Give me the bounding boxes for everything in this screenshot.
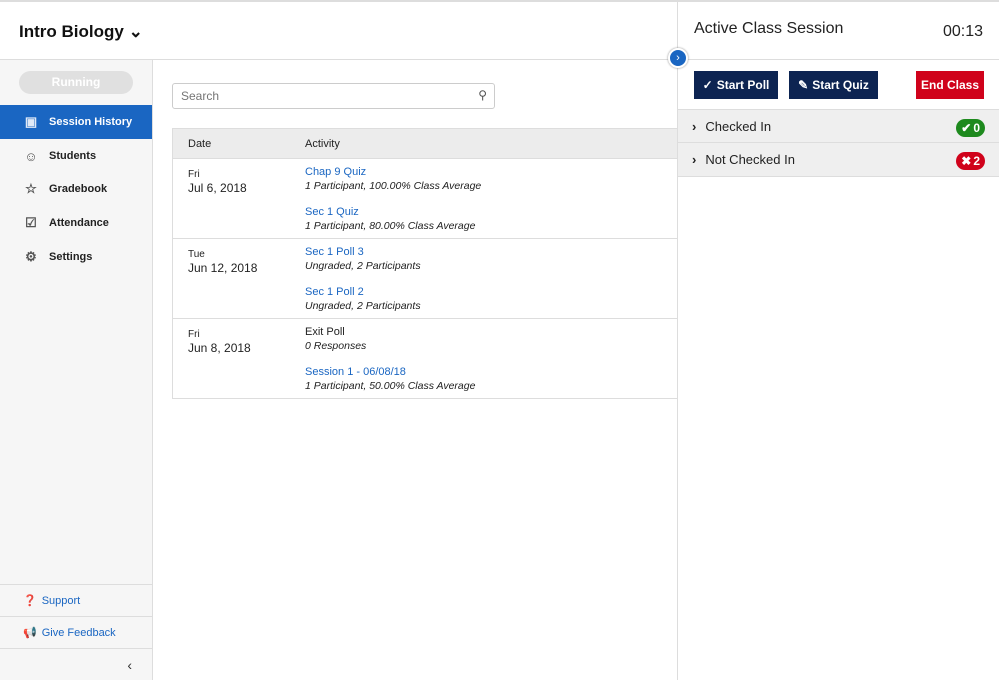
column-header-date: Date (188, 138, 212, 150)
activity-link[interactable]: Sec 1 Poll 2 (305, 286, 421, 298)
sidebar-item-label: Students (49, 150, 97, 162)
not-checked-in-group[interactable]: › Not Checked In ✖ 2 (678, 143, 999, 177)
edit-icon: ✎ (798, 78, 809, 92)
count: 0 (973, 121, 980, 135)
chevron-right-icon: › (692, 152, 697, 167)
sidebar-item-students[interactable]: ☺ Students (0, 139, 152, 173)
support-link[interactable]: ❓ Support (0, 584, 152, 616)
collapse-panel-button[interactable]: › (668, 48, 688, 68)
activity-item: Chap 9 Quiz 1 Participant, 100.00% Class … (305, 166, 481, 192)
activity-detail: 1 Participant, 50.00% Class Average (305, 380, 476, 392)
chevron-down-icon: ⌄ (128, 22, 143, 41)
activity-item: Session 1 - 06/08/18 1 Participant, 50.00… (305, 366, 475, 392)
count: 2 (973, 154, 980, 168)
sidebar-item-gradebook[interactable]: ☆ Gradebook (0, 172, 152, 206)
activity-detail: 1 Participant, 80.00% Class Average (305, 220, 476, 232)
calendar-check-icon: ☑ (25, 215, 37, 230)
active-session-panel: Active Class Session 00:13 ✓ Start Poll ✎… (677, 0, 999, 680)
activity-item: Exit Poll 0 Responses (305, 326, 366, 352)
start-quiz-button[interactable]: ✎ Start Quiz (789, 71, 878, 99)
row-day: Fri (188, 169, 200, 180)
check-circle-icon: ✓ (702, 78, 713, 92)
activity-link[interactable]: Sec 1 Poll 3 (305, 246, 421, 258)
course-selector[interactable]: Intro Biology ⌄ (19, 22, 143, 42)
checked-in-group[interactable]: › Checked In ✔ 0 (678, 109, 999, 143)
sidebar-item-attendance[interactable]: ☑ Attendance (0, 206, 152, 240)
session-table: Date Activity Fri Jul 6, 2018 Chap 9 Qui… (172, 128, 677, 399)
gradebook-icon: ☆ (25, 181, 37, 196)
course-title: Intro Biology (19, 22, 124, 41)
start-quiz-label: Start Quiz (812, 78, 869, 92)
group-label: Checked In (705, 118, 772, 134)
collapse-sidebar-button[interactable]: ‹ (0, 648, 152, 680)
activity-item: Sec 1 Poll 3 Ungraded, 2 Participants (305, 246, 421, 272)
check-circle-icon: ✔ (961, 121, 972, 135)
chevron-right-icon: › (692, 118, 697, 134)
not-checked-in-count-badge: ✖ 2 (956, 152, 985, 170)
row-date: Jun 12, 2018 (188, 261, 258, 275)
table-row: Fri Jul 6, 2018 Chap 9 Quiz 1 Participant… (173, 159, 677, 239)
activity-item: Sec 1 Quiz 1 Participant, 80.00% Class Av… (305, 206, 475, 232)
column-header-activity: Activity (305, 138, 340, 150)
sidebar-item-label: Settings (49, 251, 93, 263)
search-input[interactable] (173, 84, 463, 108)
activity-detail: 1 Participant, 100.00% Class Average (305, 180, 482, 192)
activity-detail: Ungraded, 2 Participants (305, 260, 421, 272)
x-circle-icon: ✖ (961, 154, 972, 168)
sidebar-item-label: Gradebook (49, 183, 108, 195)
activity-link[interactable]: Session 1 - 06/08/18 (305, 366, 475, 378)
row-date: Jul 6, 2018 (188, 181, 247, 195)
running-status-button[interactable]: Running (19, 71, 133, 94)
end-class-button[interactable]: End Class (916, 71, 984, 99)
chevron-left-icon: ‹ (127, 657, 132, 673)
sidebar-item-session-history[interactable]: ▣ Session History (0, 105, 152, 139)
row-day: Tue (188, 249, 205, 260)
start-poll-button[interactable]: ✓ Start Poll (694, 71, 778, 99)
table-row: Tue Jun 12, 2018 Sec 1 Poll 3 Ungraded, 2… (173, 239, 677, 319)
row-date: Jun 8, 2018 (188, 341, 251, 355)
megaphone-icon: 📢 (23, 627, 37, 639)
activity-detail: 0 Responses (305, 340, 367, 352)
sidebar-item-label: Session History (49, 116, 133, 128)
support-label: Support (41, 594, 81, 607)
help-icon: ❓ (23, 595, 37, 607)
group-label: Not Checked In (705, 152, 795, 167)
activity-detail: Ungraded, 2 Participants (305, 300, 421, 312)
sidebar: Running ▣ Session History ☺ Students ☆ Grad… (0, 60, 153, 680)
feedback-label: Give Feedback (41, 626, 116, 639)
panel-title: Active Class Session (694, 20, 844, 37)
table-row: Fri Jun 8, 2018 Exit Poll 0 Responses Ses… (173, 319, 677, 399)
sidebar-item-settings[interactable]: ⚙ Settings (0, 240, 152, 274)
sidebar-item-label: Attendance (49, 217, 109, 229)
top-bar: Intro Biology ⌄ (0, 0, 677, 60)
table-header: Date Activity (173, 128, 677, 159)
chevron-right-icon: › (676, 52, 680, 64)
presentation-icon: ▣ (24, 114, 38, 129)
start-poll-label: Start Poll (716, 78, 770, 92)
session-timer: 00:13 (942, 23, 983, 40)
activity-item: Sec 1 Poll 2 Ungraded, 2 Participants (305, 286, 421, 312)
search-box: ⚲ (172, 83, 495, 109)
activity-link[interactable]: Chap 9 Quiz (305, 166, 481, 178)
search-icon[interactable]: ⚲ (478, 88, 487, 102)
people-icon: ☺ (24, 148, 38, 164)
give-feedback-link[interactable]: 📢 Give Feedback (0, 616, 152, 648)
activity-title: Exit Poll (305, 326, 345, 338)
row-day: Fri (188, 329, 200, 340)
activity-link[interactable]: Sec 1 Quiz (305, 206, 475, 218)
gear-icon: ⚙ (25, 249, 37, 264)
checked-in-count-badge: ✔ 0 (956, 119, 985, 137)
divider (678, 59, 999, 60)
